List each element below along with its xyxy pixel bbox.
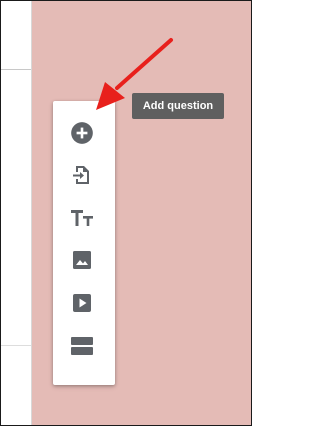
add-question-button[interactable] [66, 117, 98, 149]
add-title-button[interactable] [66, 202, 98, 234]
title-text-icon [71, 210, 93, 226]
screenshot-frame: Add question [0, 0, 252, 426]
add-image-button[interactable] [66, 244, 98, 276]
section-icon [71, 337, 93, 355]
tooltip-add-question: Add question [132, 93, 224, 119]
form-card-edge [1, 1, 32, 425]
import-icon [73, 166, 89, 184]
add-section-button[interactable] [66, 330, 98, 362]
image-icon [73, 251, 91, 269]
floating-toolbar [53, 101, 115, 385]
red-arrow-annotation [96, 38, 173, 110]
add-circle-icon [71, 122, 93, 144]
add-video-button[interactable] [66, 287, 98, 319]
video-icon [73, 294, 91, 312]
divider [1, 69, 31, 70]
divider [1, 345, 31, 346]
import-questions-button[interactable] [66, 159, 98, 191]
